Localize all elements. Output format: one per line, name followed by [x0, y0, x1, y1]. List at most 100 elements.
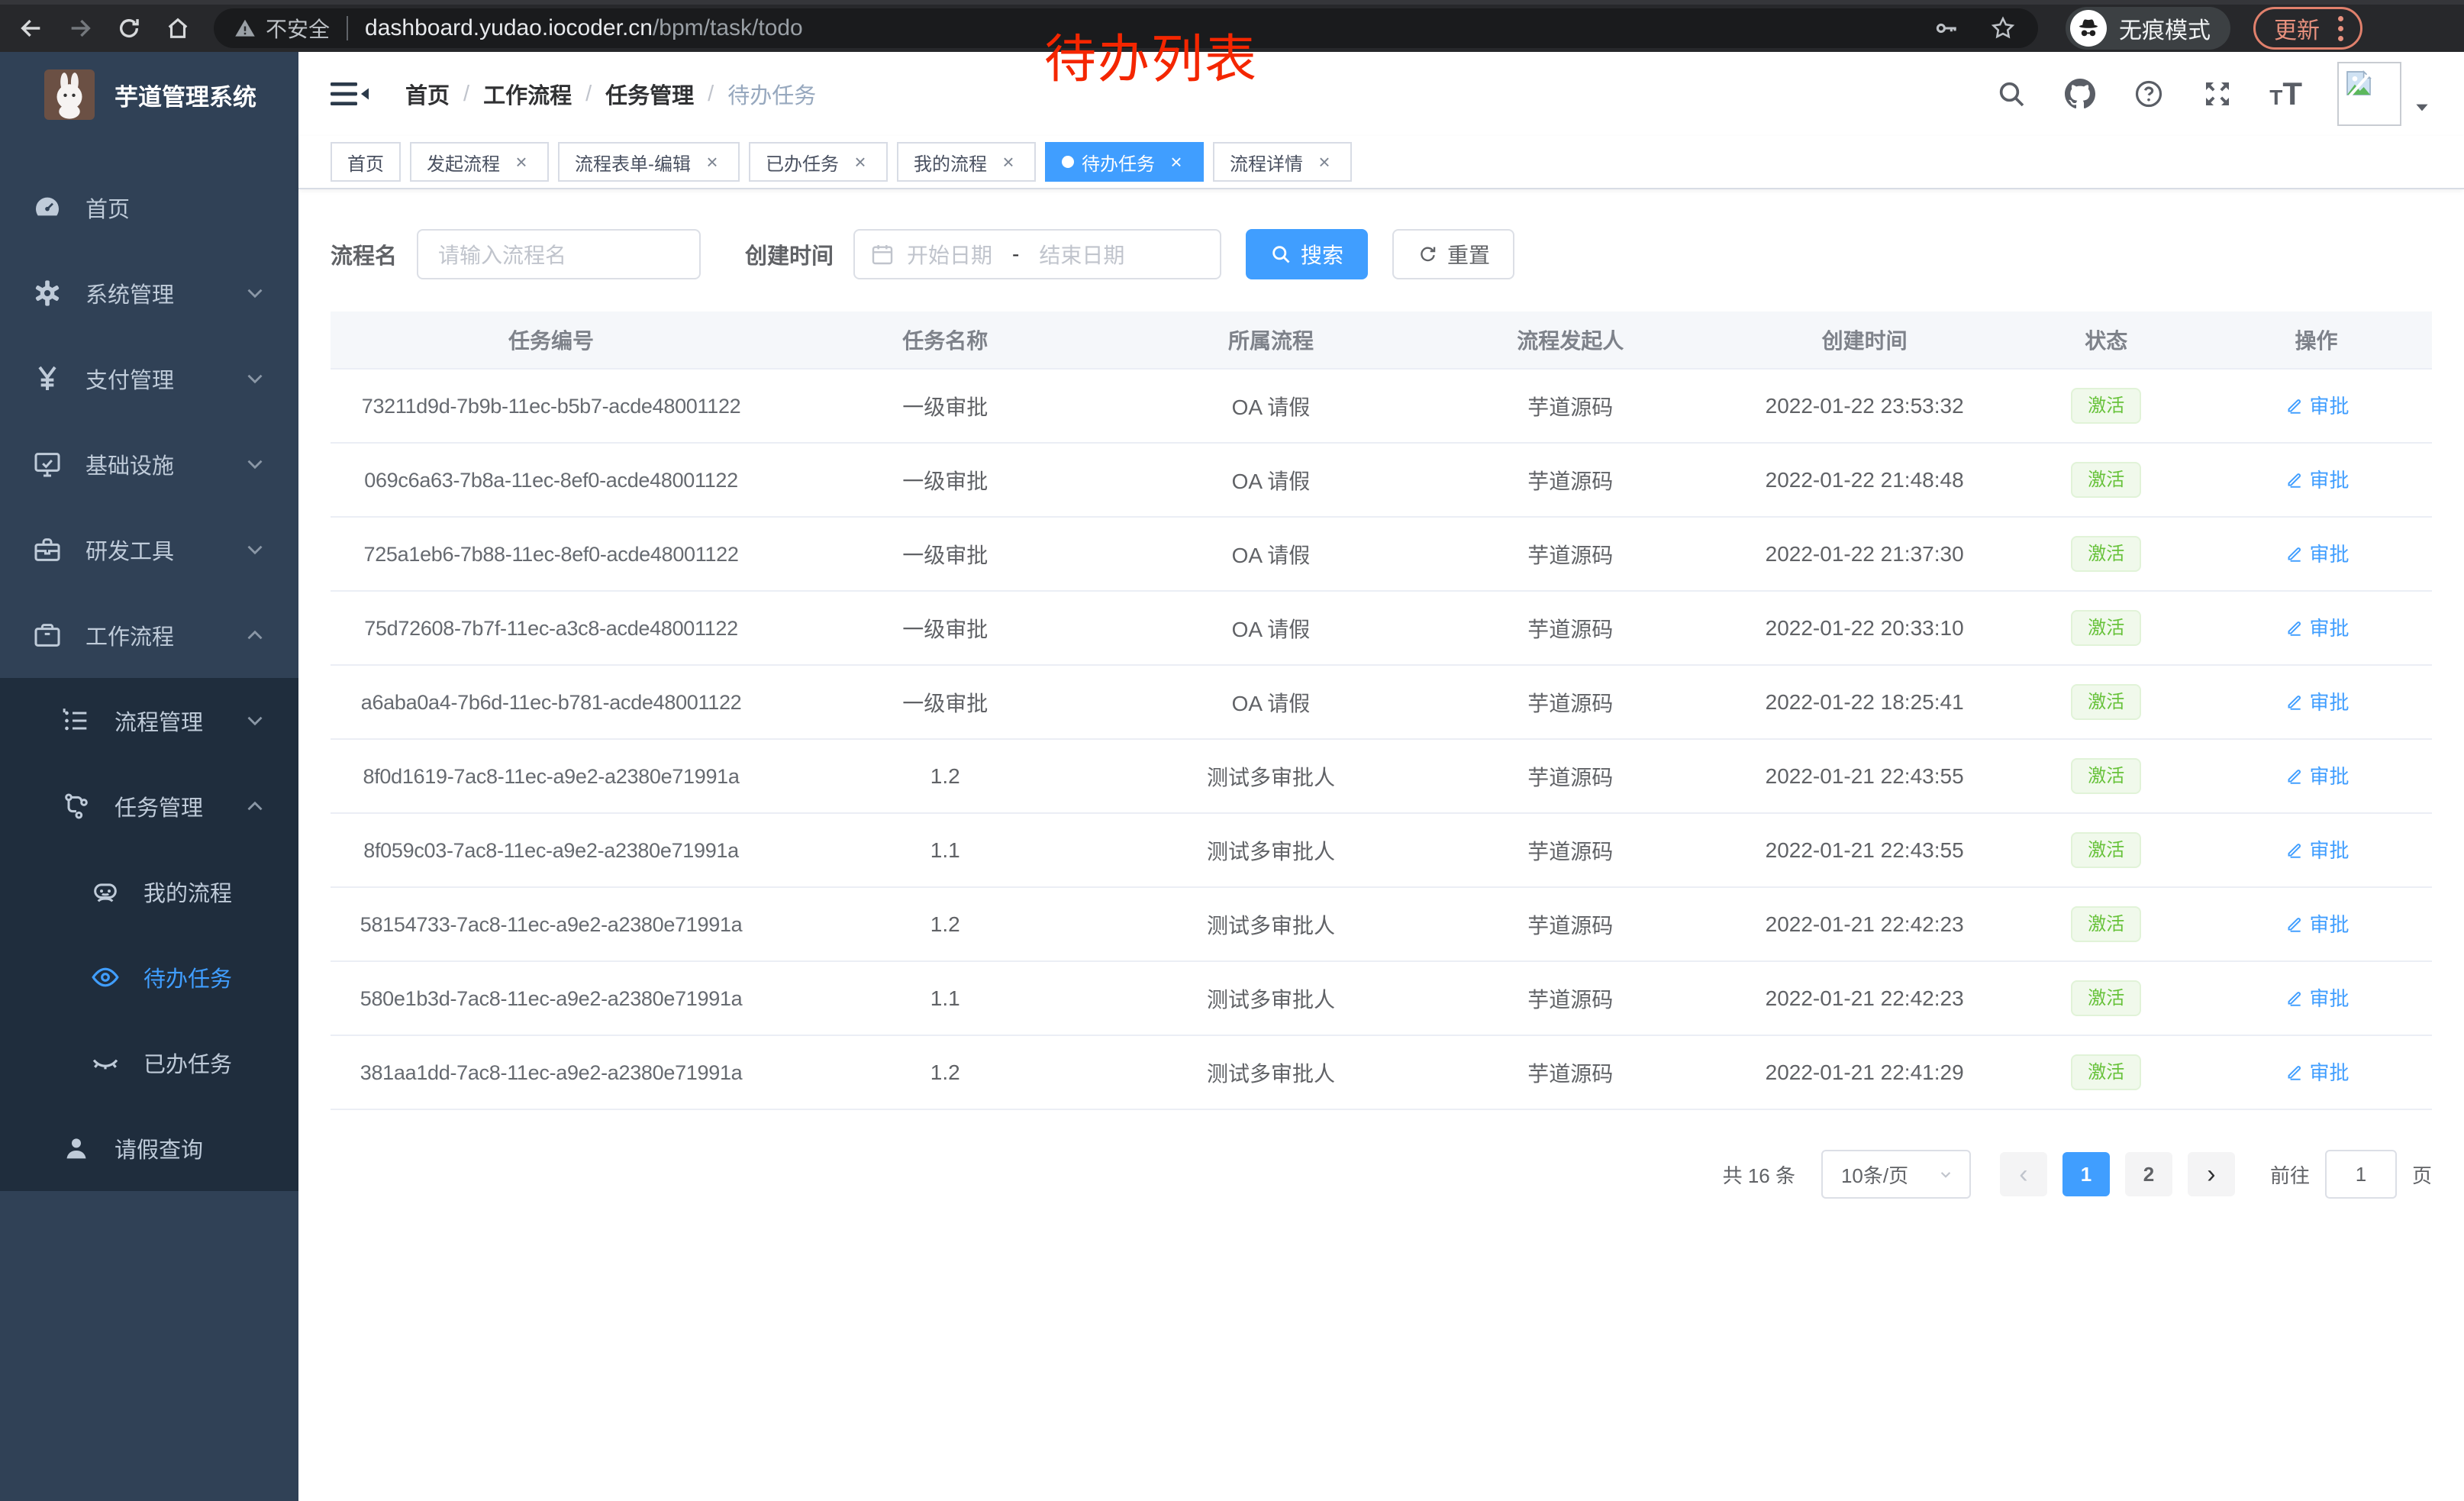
date-range-input[interactable]: 开始日期 - 结束日期 — [853, 229, 1221, 279]
goto-page-input[interactable] — [2325, 1150, 2397, 1199]
app-title: 芋道管理系统 — [114, 78, 256, 112]
task-starter: 芋道源码 — [1424, 465, 1717, 495]
task-id: 725a1eb6-7b88-11ec-8ef0-acde48001122 — [363, 543, 738, 566]
chevron-down-icon — [242, 280, 268, 306]
task-starter: 芋道源码 — [1424, 983, 1717, 1014]
approve-link[interactable]: 审批 — [2284, 539, 2350, 567]
task-created: 2022-01-21 22:42:23 — [1717, 986, 2011, 1011]
task-starter: 芋道源码 — [1424, 687, 1717, 718]
edit-icon — [2284, 692, 2304, 712]
close-icon[interactable]: × — [701, 151, 723, 173]
process-name-input[interactable]: 请输入流程名 — [417, 229, 701, 279]
page-unit-label: 页 — [2412, 1160, 2432, 1189]
edit-icon — [2284, 544, 2304, 563]
fullscreen-icon[interactable] — [2201, 77, 2234, 111]
page-button-2[interactable]: 2 — [2125, 1152, 2172, 1196]
tab-home[interactable]: 首页 — [331, 142, 401, 182]
create-time-label: 创建时间 — [745, 238, 834, 270]
sidebar-item-my-process[interactable]: 我的流程 — [0, 849, 298, 934]
approve-link[interactable]: 审批 — [2284, 613, 2350, 641]
sidebar-item-devtools[interactable]: 研发工具 — [0, 507, 298, 592]
approve-link[interactable]: 审批 — [2284, 687, 2350, 715]
table-row: a6aba0a4-7b6d-11ec-b781-acde48001122 一级审… — [331, 666, 2432, 740]
breadcrumb-task-mgmt[interactable]: 任务管理 — [605, 78, 694, 110]
approve-link[interactable]: 审批 — [2284, 391, 2350, 419]
approve-link[interactable]: 审批 — [2284, 465, 2350, 493]
browser-menu-icon[interactable] — [2333, 16, 2348, 41]
approve-link[interactable]: 审批 — [2284, 761, 2350, 789]
calendar-icon — [870, 242, 895, 266]
chevron-down-icon — [242, 537, 268, 563]
search-button[interactable]: 搜索 — [1246, 229, 1368, 279]
sidebar-item-leave-query[interactable]: 请假查询 — [0, 1106, 298, 1191]
status-badge: 激活 — [2071, 462, 2141, 498]
close-icon[interactable]: × — [998, 151, 1019, 173]
sidebar-item-process-mgmt[interactable]: 流程管理 — [0, 678, 298, 763]
key-icon[interactable] — [1931, 13, 1962, 44]
task-starter: 芋道源码 — [1424, 909, 1717, 940]
status-badge: 激活 — [2071, 388, 2141, 424]
sidebar-item-home[interactable]: 首页 — [0, 165, 298, 250]
approve-link[interactable]: 审批 — [2284, 1057, 2350, 1086]
close-icon[interactable]: × — [511, 151, 532, 173]
task-name: 一级审批 — [772, 465, 1118, 495]
goto-label: 前往 — [2270, 1160, 2310, 1189]
breadcrumb-home[interactable]: 首页 — [405, 78, 450, 110]
close-icon[interactable]: × — [1166, 151, 1187, 173]
col-task-id: 任务编号 — [331, 324, 772, 355]
tab-todo-tasks[interactable]: 待办任务× — [1045, 142, 1204, 182]
table-row: 8f059c03-7ac8-11ec-a9e2-a2380e71991a 1.1… — [331, 814, 2432, 888]
task-id: 580e1b3d-7ac8-11ec-a9e2-a2380e71991a — [360, 987, 743, 1010]
task-name: 1.2 — [772, 912, 1118, 937]
sidebar-item-todo-tasks[interactable]: 待办任务 — [0, 934, 298, 1020]
sidebar-item-workflow[interactable]: 工作流程 — [0, 592, 298, 678]
back-icon[interactable] — [14, 11, 49, 46]
table-row: 73211d9d-7b9b-11ec-b5b7-acde48001122 一级审… — [331, 370, 2432, 444]
prev-page-button[interactable]: ‹ — [2000, 1152, 2047, 1196]
reload-icon[interactable] — [111, 11, 147, 46]
task-name: 1.1 — [772, 986, 1118, 1011]
search-icon[interactable] — [1995, 77, 2028, 111]
task-table: 任务编号 任务名称 所属流程 流程发起人 创建时间 状态 操作 73211d9d… — [331, 311, 2432, 1110]
home-icon[interactable] — [160, 11, 195, 46]
approve-link[interactable]: 审批 — [2284, 835, 2350, 863]
avatar[interactable] — [2337, 62, 2401, 126]
sidebar-item-done-tasks[interactable]: 已办任务 — [0, 1020, 298, 1106]
page-size-select[interactable]: 10条/页 — [1821, 1150, 1971, 1199]
security-label: 不安全 — [266, 13, 330, 44]
task-id: 069c6a63-7b8a-11ec-8ef0-acde48001122 — [364, 469, 738, 492]
help-icon[interactable] — [2132, 77, 2166, 111]
tab-my-process[interactable]: 我的流程× — [897, 142, 1036, 182]
task-id: 58154733-7ac8-11ec-a9e2-a2380e71991a — [360, 913, 743, 936]
update-button[interactable]: 更新 — [2253, 7, 2362, 50]
bookmark-star-icon[interactable] — [1988, 13, 2018, 44]
tab-process-detail[interactable]: 流程详情× — [1213, 142, 1352, 182]
task-name: 一级审批 — [772, 687, 1118, 718]
tab-done-tasks[interactable]: 已办任务× — [749, 142, 888, 182]
sidebar-item-infra[interactable]: 基础设施 — [0, 421, 298, 507]
close-icon[interactable]: × — [850, 151, 871, 173]
page-button-1[interactable]: 1 — [2062, 1152, 2110, 1196]
approve-link[interactable]: 审批 — [2284, 909, 2350, 938]
reset-button[interactable]: 重置 — [1392, 229, 1514, 279]
annotation-overlay: 待办列表 — [1044, 17, 1258, 92]
breadcrumb-workflow[interactable]: 工作流程 — [483, 78, 572, 110]
sidebar-toggle-icon[interactable] — [331, 76, 373, 112]
sidebar-item-payment[interactable]: 支付管理 — [0, 336, 298, 421]
github-icon[interactable] — [2063, 77, 2097, 111]
col-process: 所属流程 — [1118, 324, 1423, 355]
sidebar-item-task-mgmt[interactable]: 任务管理 — [0, 763, 298, 849]
screen: 不安全 dashboard.yudao.iocoder.cn /bpm/task… — [0, 0, 2464, 1501]
status-badge: 激活 — [2071, 980, 2141, 1016]
next-page-button[interactable]: › — [2188, 1152, 2235, 1196]
url-host: dashboard.yudao.iocoder.cn — [365, 15, 653, 41]
tab-start-process[interactable]: 发起流程× — [410, 142, 549, 182]
forward-icon[interactable] — [63, 11, 98, 46]
approve-link[interactable]: 审批 — [2284, 983, 2350, 1012]
task-created: 2022-01-22 21:48:48 — [1717, 468, 2011, 492]
sidebar-item-system[interactable]: 系统管理 — [0, 250, 298, 336]
tab-form-edit[interactable]: 流程表单-编辑× — [558, 142, 740, 182]
font-size-icon[interactable]: TT — [2269, 76, 2302, 112]
caret-down-icon[interactable] — [2412, 98, 2432, 121]
close-icon[interactable]: × — [1314, 151, 1335, 173]
